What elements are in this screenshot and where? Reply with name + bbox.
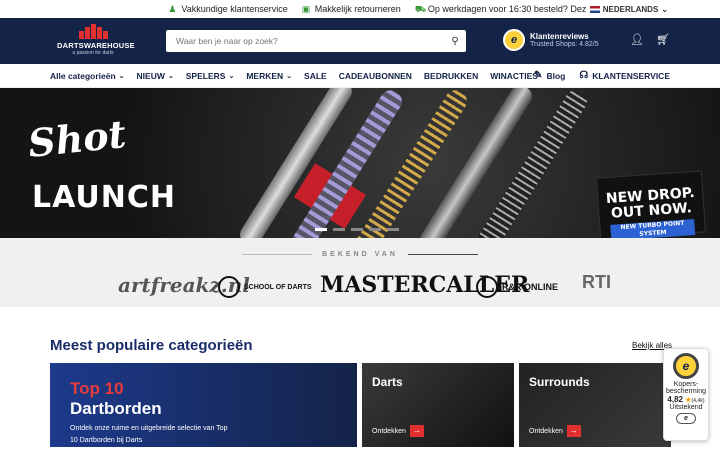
logo[interactable]: DARTSWAREHOUSE a passion for darts xyxy=(57,24,135,58)
trust-rating: Uitstekend xyxy=(669,404,703,411)
header-icons: 👤︎ 🛒︎ xyxy=(630,33,670,46)
carousel-dot[interactable] xyxy=(351,228,363,231)
box-icon: ▣ xyxy=(301,3,311,14)
carousel-dot[interactable] xyxy=(387,228,399,231)
section-title: Meest populaire categorieën xyxy=(50,337,253,354)
card-cta-label: Ontdekken xyxy=(372,427,406,435)
nav-giftcards-label: CADEAUBONNEN xyxy=(338,70,412,81)
logo-name: DARTSWAREHOUSE xyxy=(57,41,135,50)
trust-score-value: 4,82 xyxy=(667,395,683,404)
carousel-dot[interactable] xyxy=(369,228,381,231)
search-icon[interactable]: ⚲ xyxy=(444,36,466,47)
language-selector[interactable]: NEDERLANDS ⌄ xyxy=(585,0,668,18)
partner-logo-text: RTI xyxy=(582,272,611,292)
popular-categories: Meest populaire categorieën Bekijk alles… xyxy=(0,307,720,450)
crest-icon xyxy=(218,276,240,298)
nav-blog[interactable]: ✎ Blog xyxy=(534,70,565,81)
nav-print[interactable]: BEDRUKKEN xyxy=(424,71,478,81)
search-input[interactable] xyxy=(166,30,444,52)
chevron-down-icon: ⌄ xyxy=(167,72,174,80)
dartboard-icon xyxy=(476,276,498,298)
account-icon[interactable]: 👤︎ xyxy=(630,33,644,46)
partner-logo: RTI xyxy=(582,272,611,293)
trust-toggle[interactable]: e xyxy=(676,413,696,424)
partner-logo-text: SCHOOL OF DARTS xyxy=(244,283,312,291)
category-card-surrounds[interactable]: Surrounds Ontdekken → xyxy=(519,363,671,447)
card-title: Top 10 Dartborden xyxy=(70,379,162,419)
partner-logo: R&R ONLINE xyxy=(476,276,558,298)
dart-image xyxy=(416,88,536,238)
usp-returns-text: Makkelijk retourneren xyxy=(314,4,401,14)
card-cta-label: Ontdekken xyxy=(529,427,563,435)
nav-customer-service[interactable]: ☊ KLANTENSERVICE xyxy=(579,70,670,81)
trusted-shops-icon: e xyxy=(673,353,699,379)
promo-badge: NEW DROP. OUT NOW. NEW TURBO POINT SYSTE… xyxy=(595,170,707,238)
nav-new[interactable]: NIEUW ⌄ xyxy=(137,71,174,81)
usp-returns: ▣ Makkelijk retourneren xyxy=(302,4,401,14)
language-label: NEDERLANDS xyxy=(602,4,659,14)
top-bar: ♟ Vakkundige klantenservice ▣ Makkelijk re… xyxy=(0,0,720,18)
blog-icon: ✎ xyxy=(534,70,543,81)
carousel-dot[interactable] xyxy=(315,228,327,231)
known-from-label: BEKEND VAN xyxy=(0,251,720,258)
nav-brands[interactable]: MERKEN ⌄ xyxy=(246,71,292,81)
hero-title: LAUNCH xyxy=(32,180,177,215)
main-nav: Alle categorieën ⌄ NIEUW ⌄ SPELERS ⌄ MERKEN… xyxy=(0,64,720,88)
usp-service-text: Vakkundige klantenservice xyxy=(181,4,288,14)
card-title-b: Dartborden xyxy=(70,399,162,418)
header: DARTSWAREHOUSE a passion for darts ⚲ e K… xyxy=(0,18,720,64)
usp-service: ♟ Vakkundige klantenservice xyxy=(168,4,287,14)
hero-banner[interactable]: Shot LAUNCH NEW DROP. OUT NOW. NEW TURBO… xyxy=(0,88,720,238)
category-card-darts[interactable]: Darts Ontdekken → xyxy=(362,363,514,447)
nav-players-label: SPELERS xyxy=(185,70,226,81)
promo-sub: NEW TURBO POINT SYSTEM xyxy=(610,219,696,238)
trusted-shops-icon: e xyxy=(503,29,525,51)
chevron-down-icon: ⌄ xyxy=(118,72,125,80)
partner-logo-text: R&R ONLINE xyxy=(502,282,558,292)
arrow-right-icon: → xyxy=(409,425,424,437)
logo-tagline: a passion for darts xyxy=(72,50,114,56)
card-cta[interactable]: Ontdekken → xyxy=(372,425,424,437)
card-title-a: Top 10 xyxy=(70,379,124,398)
card-description: Ontdek onze ruime en uitgebreide selecti… xyxy=(70,425,228,444)
known-from-section: BEKEND VAN artfreakz.nl SCHOOL OF DARTS … xyxy=(0,238,720,307)
chevron-down-icon: ⌄ xyxy=(286,72,293,80)
carousel-dots xyxy=(315,228,399,231)
carousel-dot[interactable] xyxy=(333,228,345,231)
trust-score: 4,82 ★(4,4k) xyxy=(664,395,708,404)
search-bar: ⚲ xyxy=(166,30,466,52)
nav-new-label: NIEUW xyxy=(136,70,165,81)
headset-icon: ☊ xyxy=(579,70,589,81)
card-title: Darts xyxy=(372,375,403,389)
reviews-badge[interactable]: e Klantenreviews Trusted Shops: 4.82/5 xyxy=(503,29,599,51)
logo-mark-icon xyxy=(57,24,129,39)
trust-widget[interactable]: e Kopers-bescherming 4,82 ★(4,4k) Uitste… xyxy=(663,348,709,441)
chevron-down-icon: ⌄ xyxy=(228,72,235,80)
nav-all-categories[interactable]: Alle categorieën ⌄ xyxy=(50,71,125,81)
cart-icon[interactable]: 🛒︎ xyxy=(656,33,670,46)
nav-print-label: BEDRUKKEN xyxy=(423,70,479,81)
trust-label: Kopers-bescherming xyxy=(665,381,707,395)
nav-sale-label: SALE xyxy=(304,70,327,81)
card-title: Surrounds xyxy=(529,375,590,389)
person-icon: ♟ xyxy=(168,3,177,14)
nav-giftcards[interactable]: CADEAUBONNEN xyxy=(339,71,412,81)
truck-icon: ⛟ xyxy=(414,3,427,14)
partner-logo: SCHOOL OF DARTS xyxy=(218,276,312,298)
category-card-top10[interactable]: Top 10 Dartborden Ontdek onze ruime en ui… xyxy=(50,363,357,447)
nav-blog-label: Blog xyxy=(546,70,566,81)
card-cta[interactable]: Ontdekken → xyxy=(529,425,581,437)
hero-title-script: Shot xyxy=(25,111,129,166)
nav-all-categories-label: Alle categorieën xyxy=(50,70,116,81)
chevron-down-icon: ⌄ xyxy=(661,4,668,14)
nav-brands-label: MERKEN xyxy=(246,70,284,81)
nav-service-label: KLANTENSERVICE xyxy=(592,70,670,81)
flag-nl-icon xyxy=(589,5,600,13)
arrow-right-icon: → xyxy=(566,425,581,437)
nav-sale[interactable]: SALE xyxy=(304,71,327,81)
reviews-title: Klantenreviews xyxy=(530,32,589,41)
nav-players[interactable]: SPELERS ⌄ xyxy=(186,71,235,81)
reviews-score: Trusted Shops: 4.82/5 xyxy=(530,41,599,48)
